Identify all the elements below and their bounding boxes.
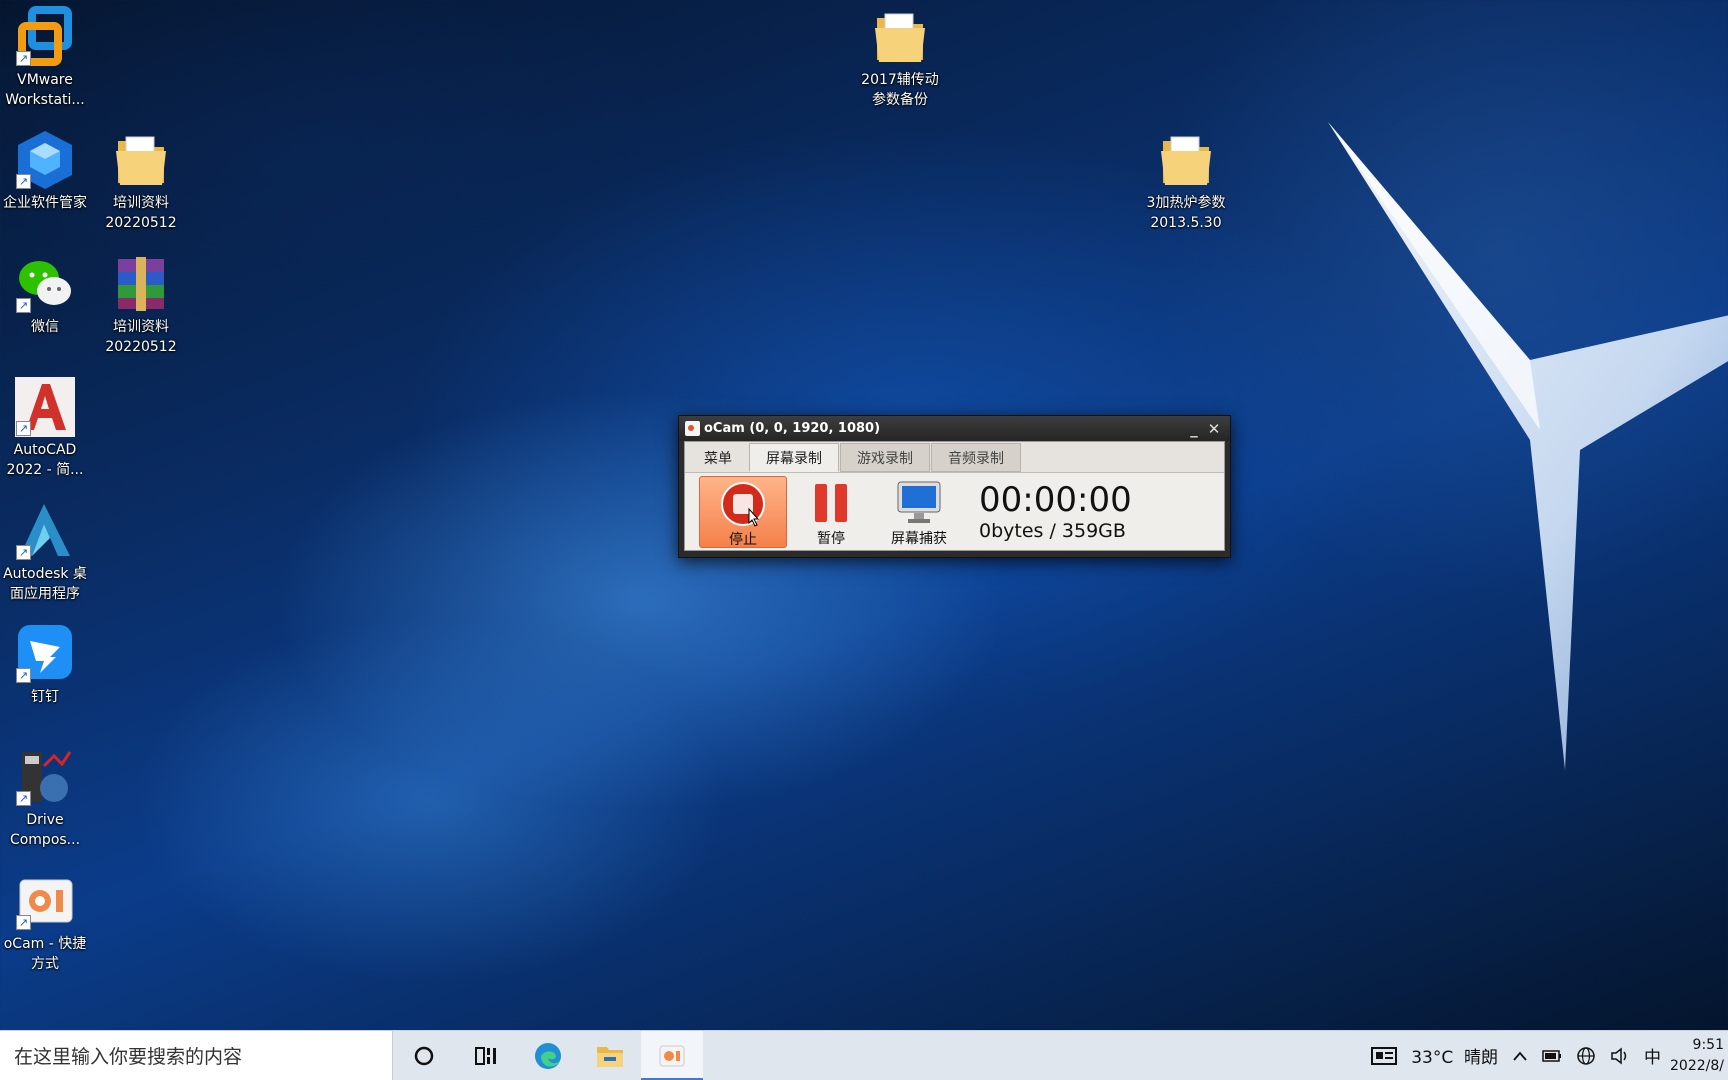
taskbar-file-explorer[interactable]: [579, 1031, 641, 1080]
desktop-icon-label: AutoCAD 2022 - 简...: [6, 442, 84, 478]
desktop-icon-label: oCam - 快捷方式: [3, 936, 87, 972]
stop-label: 停止: [729, 532, 757, 548]
taskbar-ocam[interactable]: [641, 1030, 703, 1080]
desktop-icon-label: 培训资料 20220512: [105, 319, 177, 355]
taskbar-search-input[interactable]: 在这里输入你要搜索的内容: [0, 1030, 393, 1080]
tab-game-recording[interactable]: 游戏录制: [840, 443, 930, 472]
pause-button[interactable]: 暂停: [787, 476, 875, 548]
cortana-circle-icon: [414, 1046, 434, 1065]
ocam-titlebar[interactable]: oCam (0, 0, 1920, 1080) _ ✕: [679, 416, 1230, 441]
show-hidden-icons-chevron-up-icon[interactable]: [1512, 1051, 1528, 1061]
ocam-taskbar-icon: [659, 1045, 685, 1066]
desktop-icon-autocad[interactable]: ↗ AutoCAD 2022 - 简...: [0, 376, 93, 480]
desktop-icon-label: Autodesk 桌面应用程序: [3, 566, 87, 602]
taskbar-edge[interactable]: [517, 1031, 579, 1080]
news-widget-icon[interactable]: [1371, 1046, 1398, 1066]
stop-button[interactable]: 停止: [699, 476, 787, 548]
desktop-icon-label: 3加热炉参数 2013.5.30: [1146, 195, 1226, 231]
tab-screen-recording[interactable]: 屏幕录制: [749, 443, 839, 472]
desktop-icon-folder-2017[interactable]: 2017辅传动 参数备份: [852, 6, 948, 110]
desktop-icon-autodesk[interactable]: ↗ Autodesk 桌面应用程序: [0, 500, 93, 604]
desktop-icon-folder-furnace[interactable]: 3加热炉参数 2013.5.30: [1138, 129, 1234, 233]
desktop-icon-folder-training[interactable]: 培训资料 20220512: [93, 129, 189, 233]
desktop-icon-label: Drive Compos...: [9, 812, 81, 848]
taskbar-clock[interactable]: 9:51 2022/8/: [1668, 1035, 1728, 1077]
volume-speaker-icon[interactable]: [1610, 1046, 1630, 1065]
ocam-title: oCam (0, 0, 1920, 1080): [704, 421, 881, 436]
desktop-icon-label: 2017辅传动 参数备份: [861, 72, 939, 108]
minimize-button[interactable]: _: [1184, 420, 1204, 438]
desktop-icon-software-manager[interactable]: ↗ 企业软件管家: [0, 129, 93, 213]
desktop-icon-archive-training[interactable]: 培训资料 20220512: [93, 253, 189, 357]
tab-audio-recording[interactable]: 音频录制: [931, 443, 1021, 472]
system-tray: 33°C 晴朗 中 9:51 2022/8/: [1364, 1031, 1728, 1080]
task-view-button[interactable]: [455, 1031, 517, 1080]
pause-label: 暂停: [817, 531, 845, 547]
clock-date: 2022/8/: [1670, 1057, 1724, 1074]
desktop-icon-label: VMware Workstati...: [5, 72, 85, 108]
task-view-icon: [475, 1046, 496, 1065]
cortana-button[interactable]: [393, 1031, 455, 1080]
clock-time: 9:51: [1692, 1036, 1724, 1053]
ocam-window[interactable]: oCam (0, 0, 1920, 1080) _ ✕ 菜单 屏幕录制 游戏录制…: [678, 415, 1231, 558]
desktop-icon-label: 微信: [31, 319, 59, 335]
pause-icon: [815, 484, 847, 522]
taskbar: 在这里输入你要搜索的内容 33°C 晴朗 中 9:51 2022/8/: [0, 1030, 1728, 1080]
desktop-icon-label: 企业软件管家: [3, 195, 87, 211]
screen-capture-label: 屏幕捕获: [891, 531, 947, 547]
desktop-icon-label: 培训资料 20220512: [105, 195, 177, 231]
desktop-icon-wechat[interactable]: ↗ 微信: [0, 253, 93, 337]
recording-timer: 00:00:00: [979, 480, 1132, 520]
ocam-tabs: 菜单 屏幕录制 游戏录制 音频录制: [685, 442, 1224, 473]
wallpaper-star-shape: [1328, 122, 1728, 770]
network-globe-icon[interactable]: [1576, 1046, 1596, 1066]
desktop-icon-ocam[interactable]: ↗ oCam - 快捷方式: [0, 870, 93, 974]
search-placeholder: 在这里输入你要搜索的内容: [14, 1046, 243, 1068]
close-button[interactable]: ✕: [1204, 420, 1224, 438]
monitor-icon: [897, 481, 941, 523]
desktop-icon-vmware[interactable]: ↗ VMware Workstati...: [0, 6, 93, 110]
recording-readout: 00:00:00 0bytes / 359GB: [979, 481, 1132, 543]
desktop-icon-drive-composer[interactable]: ↗ Drive Compos...: [0, 746, 93, 850]
desktop-icon-label: 钉钉: [31, 689, 59, 705]
tab-menu[interactable]: 菜单: [687, 443, 749, 472]
ocam-toolbar: 停止 暂停 屏幕捕获 00:00:00 0bytes / 359GB: [685, 473, 1224, 551]
file-explorer-icon: [597, 1046, 623, 1067]
input-method-indicator[interactable]: 中: [1644, 1043, 1661, 1068]
edge-browser-icon: [535, 1042, 561, 1069]
stop-record-icon: [721, 482, 765, 527]
weather-text[interactable]: 33°C 晴朗: [1411, 1043, 1498, 1068]
battery-icon[interactable]: [1542, 1049, 1562, 1062]
screen-capture-button[interactable]: 屏幕捕获: [875, 476, 963, 548]
ocam-app-icon: [685, 421, 700, 436]
desktop-icon-dingtalk[interactable]: ↗ 钉钉: [0, 623, 93, 707]
recording-size: 0bytes / 359GB: [979, 520, 1126, 542]
